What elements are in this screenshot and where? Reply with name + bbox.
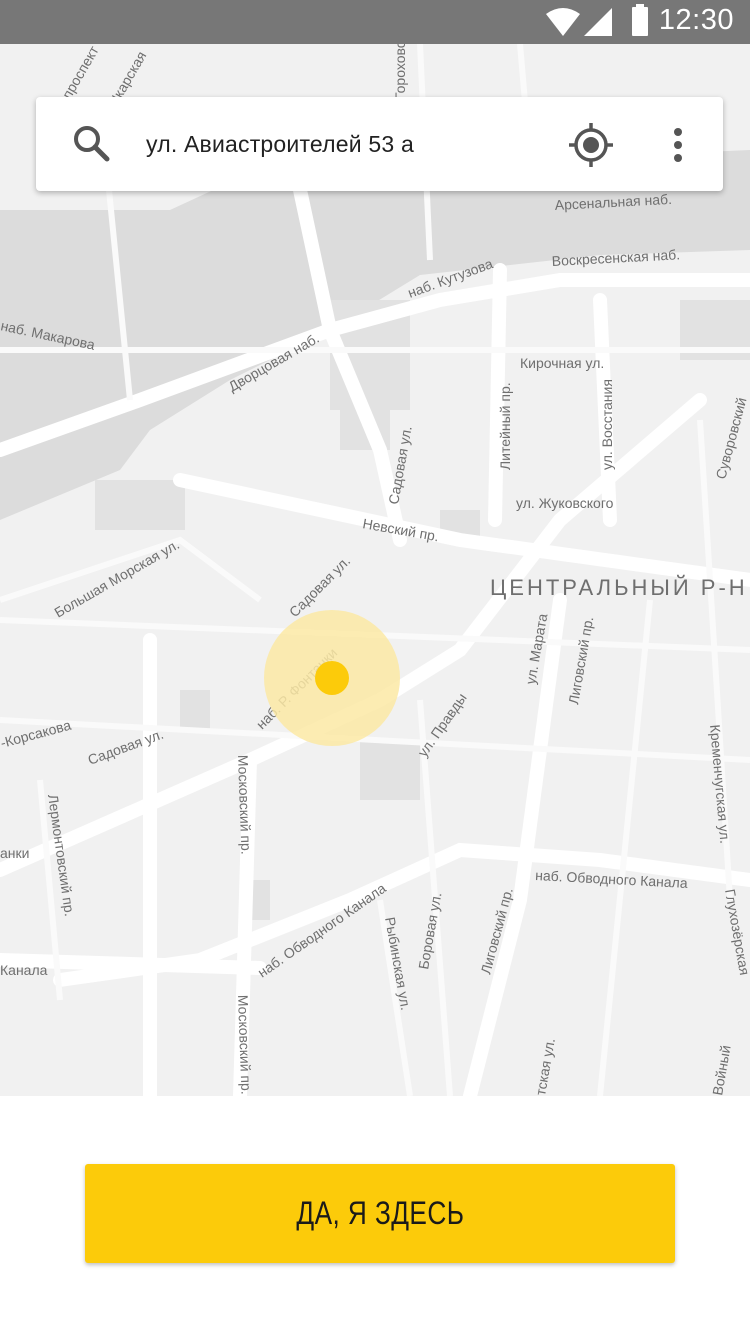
map-view[interactable]: ЦЕНТРАЛЬНЫЙ Р-Н проспект Шкарская Горохо… bbox=[0, 44, 750, 1096]
search-icon[interactable] bbox=[70, 122, 114, 166]
street-label: ул. Восстания bbox=[599, 379, 615, 470]
street-label: ул. Жуковского bbox=[516, 495, 614, 511]
street-label: Суворовский bbox=[712, 396, 749, 481]
battery-icon bbox=[632, 4, 648, 36]
address-text[interactable]: ул. Авиастроителей 53 а bbox=[146, 97, 414, 191]
confirm-location-button[interactable]: ДА, Я ЗДЕСЬ bbox=[85, 1164, 675, 1263]
map-canvas[interactable]: ЦЕНТРАЛЬНЫЙ Р-Н проспект Шкарская Горохо… bbox=[0, 44, 750, 1096]
more-vert-icon[interactable] bbox=[662, 127, 694, 163]
status-time: 12:30 bbox=[658, 4, 734, 36]
street-label: проспект bbox=[59, 44, 102, 102]
street-label: Лиговский пр. bbox=[565, 615, 596, 705]
street-label: Кременчугская ул. bbox=[707, 724, 733, 844]
street-label: Московский пр. bbox=[235, 755, 254, 855]
district-label: ЦЕНТРАЛЬНЫЙ Р-Н bbox=[490, 575, 748, 600]
street-label: Канала bbox=[0, 962, 48, 978]
street-label: тская ул. bbox=[532, 1037, 558, 1096]
street-label: Литейный пр. bbox=[497, 382, 513, 470]
signal-icon bbox=[584, 8, 612, 36]
status-bar: 12:30 bbox=[0, 0, 750, 44]
bottom-panel: ДА, Я ЗДЕСЬ bbox=[0, 1096, 750, 1334]
wifi-icon bbox=[546, 8, 580, 36]
confirm-location-label: ДА, Я ЗДЕСЬ bbox=[296, 1195, 464, 1231]
location-marker bbox=[264, 610, 400, 746]
street-label: Гороховская bbox=[392, 44, 408, 100]
street-label: анки bbox=[0, 845, 29, 861]
street-label: Войный bbox=[709, 1044, 734, 1096]
my-location-icon[interactable] bbox=[568, 122, 614, 168]
search-bar[interactable]: ул. Авиастроителей 53 а bbox=[36, 97, 723, 191]
street-label: Глухозёрская bbox=[722, 888, 750, 977]
marker-dot bbox=[315, 661, 349, 695]
street-label: Кирочная ул. bbox=[520, 355, 604, 371]
street-label: Садовая ул. bbox=[286, 553, 353, 620]
